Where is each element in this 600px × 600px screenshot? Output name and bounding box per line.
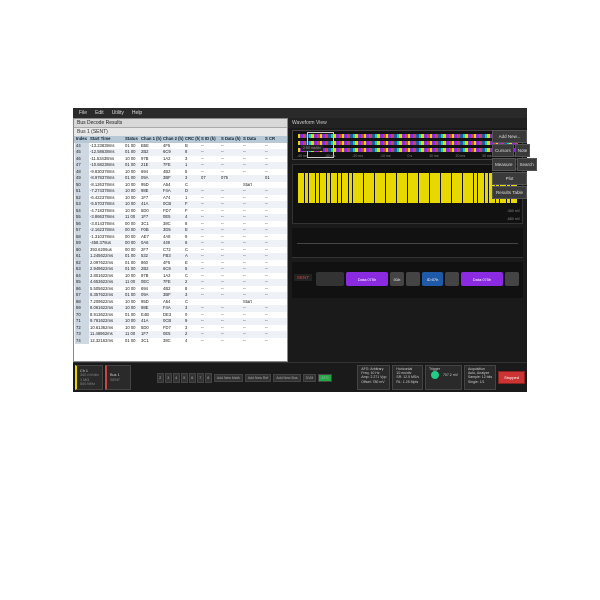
sent-packet[interactable] <box>445 272 459 286</box>
volt-mid: -360 mV <box>507 209 520 213</box>
waveform-area: Waveform View 2.50 ms/div -40 ms-30 ms-2… <box>288 118 527 362</box>
results-table-button[interactable]: Results Table <box>492 186 527 199</box>
ground-lane <box>292 228 523 258</box>
add-channel-5[interactable]: 5 <box>181 373 188 383</box>
trigger-slope-icon <box>431 371 439 379</box>
decode-body[interactable]: 44-13.23839ms01 00B5E4F5B--------45-12.5… <box>74 143 287 362</box>
add-new-button[interactable]: Add New... <box>492 130 527 143</box>
acquisition-info[interactable]: Acquisition Auto, Analyze Sample: 12 bit… <box>464 365 496 390</box>
run-stop-button[interactable]: Stopped <box>498 371 525 384</box>
sent-packet[interactable] <box>505 272 519 286</box>
bus-decode-panel: Bus Decode Results Bus 1 (SENT) IndexSta… <box>73 118 288 362</box>
channel-add-row: 2345678 <box>157 373 212 383</box>
scale-info: 2.50 ms/div <box>301 145 323 151</box>
add-channel-6[interactable]: 6 <box>189 373 196 383</box>
bus1-badge[interactable]: Bus 1 SENT <box>105 365 131 390</box>
sent-packet[interactable]: Data:075h <box>346 272 388 286</box>
menu-bar: File Edit Utility Help <box>73 108 527 118</box>
afg-button[interactable]: AFG <box>318 374 331 382</box>
add-math-button[interactable]: Add New Math <box>214 374 243 382</box>
sent-packet[interactable]: 01h <box>390 272 404 286</box>
sent-packet[interactable] <box>406 272 420 286</box>
note-button[interactable]: Note <box>515 144 531 157</box>
dvm-button[interactable]: DVM <box>303 374 317 382</box>
table-row[interactable]: 7412.32162ms01 003C138C4-------- <box>74 338 287 345</box>
add-channel-3[interactable]: 3 <box>165 373 172 383</box>
menu-help[interactable]: Help <box>132 110 142 116</box>
side-toolbar: Add New... Cursors Note Measure Search P… <box>492 118 527 199</box>
add-channel-7[interactable]: 7 <box>197 373 204 383</box>
search-button[interactable]: Search <box>517 158 537 171</box>
volt-bot: -680 mV <box>507 217 520 221</box>
trigger-info[interactable]: Trigger 707.2 mV <box>425 365 462 390</box>
horizontal-info[interactable]: Horizontal 10 ms/div SR: 12.5 MS/s RL: 1… <box>392 365 423 390</box>
afg-info[interactable]: AFG: Arbitrary Freq: 10 Hz Amp: 2.271 Vp… <box>357 365 390 390</box>
menu-file[interactable]: File <box>79 110 87 116</box>
decode-bus-name: Bus 1 (SENT) <box>74 128 287 136</box>
add-channel-2[interactable]: 2 <box>157 373 164 383</box>
digital-waveform[interactable]: 2.55 V -360 mV -680 mV <box>292 164 523 224</box>
measure-button[interactable]: Measure <box>492 158 516 171</box>
add-ref-button[interactable]: Add New Ref <box>245 374 272 382</box>
decode-title: Bus Decode Results <box>74 119 287 128</box>
sent-packet[interactable] <box>316 272 344 286</box>
menu-utility[interactable]: Utility <box>112 110 124 116</box>
add-channel-8[interactable]: 8 <box>205 373 212 383</box>
sent-decode-lane[interactable]: SENT Data:075h01hID:07hData:075h <box>292 262 523 298</box>
add-channel-4[interactable]: 4 <box>173 373 180 383</box>
plot-button[interactable]: Plot <box>492 172 527 185</box>
menu-edit[interactable]: Edit <box>95 110 104 116</box>
oscilloscope-app: File Edit Utility Help Bus Decode Result… <box>73 108 527 392</box>
add-bus-button[interactable]: Add New Bus <box>273 374 300 382</box>
ch1-badge[interactable]: Ch 1 340 mV/div 1 MΩ 500 MHz <box>75 365 103 390</box>
sent-packet[interactable]: ID:07h <box>422 272 443 286</box>
sent-packet[interactable]: Data:075h <box>461 272 503 286</box>
overview-ruler: -40 ms-30 ms-20 ms-10 ms0 s10 ms20 ms30 … <box>293 154 522 158</box>
bottom-bar: Ch 1 340 mV/div 1 MΩ 500 MHz Bus 1 SENT … <box>73 362 527 392</box>
sent-label: SENT <box>294 274 312 281</box>
overview-strip[interactable]: 2.50 ms/div -40 ms-30 ms-20 ms-10 ms0 s1… <box>292 130 523 160</box>
cursors-button[interactable]: Cursors <box>492 144 514 157</box>
